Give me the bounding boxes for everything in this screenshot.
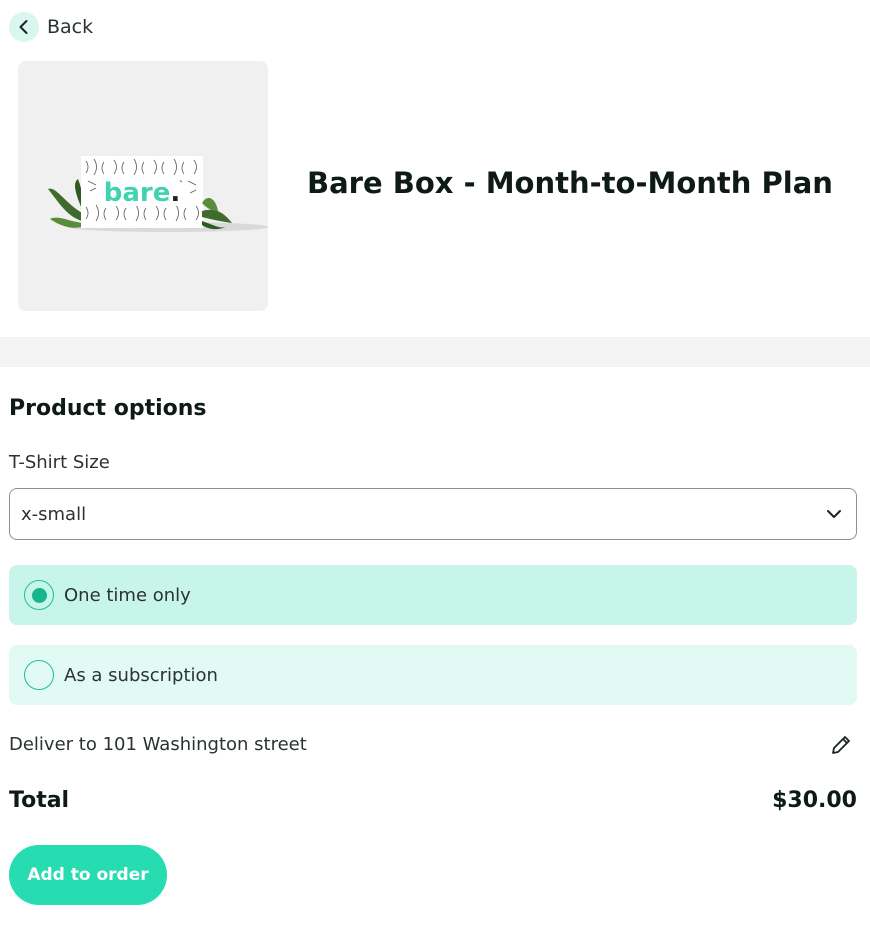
back-label[interactable]: Back <box>47 16 93 38</box>
subscription-label[interactable]: As a subscription <box>64 665 218 686</box>
subscription-option[interactable]: As a subscription <box>9 645 857 705</box>
product-image: bare. <box>18 61 268 311</box>
total-label: Total <box>9 788 70 813</box>
back-button[interactable]: Back <box>9 12 93 42</box>
one-time-radio[interactable] <box>24 580 54 610</box>
chevron-down-icon[interactable] <box>826 506 842 522</box>
brand-logo-text: bare. <box>104 178 181 208</box>
product-title: Bare Box - Month-to-Month Plan <box>307 166 833 200</box>
subscription-radio[interactable] <box>24 660 54 690</box>
pencil-icon[interactable] <box>829 733 853 761</box>
one-time-option[interactable]: One time only <box>9 565 857 625</box>
delivery-address: Deliver to 101 Washington street <box>9 734 307 755</box>
total-price: $30.00 <box>772 788 857 813</box>
tshirt-size-value[interactable]: x-small <box>21 504 86 525</box>
product-options-heading: Product options <box>9 396 207 421</box>
tshirt-size-label: T-Shirt Size <box>9 452 110 473</box>
chevron-left-icon[interactable] <box>9 12 39 42</box>
add-to-order-button[interactable]: Add to order <box>9 845 167 905</box>
tshirt-size-select[interactable]: x-small <box>9 488 857 540</box>
section-divider <box>0 337 870 367</box>
one-time-label[interactable]: One time only <box>64 585 191 606</box>
radio-selected-dot <box>31 587 47 603</box>
